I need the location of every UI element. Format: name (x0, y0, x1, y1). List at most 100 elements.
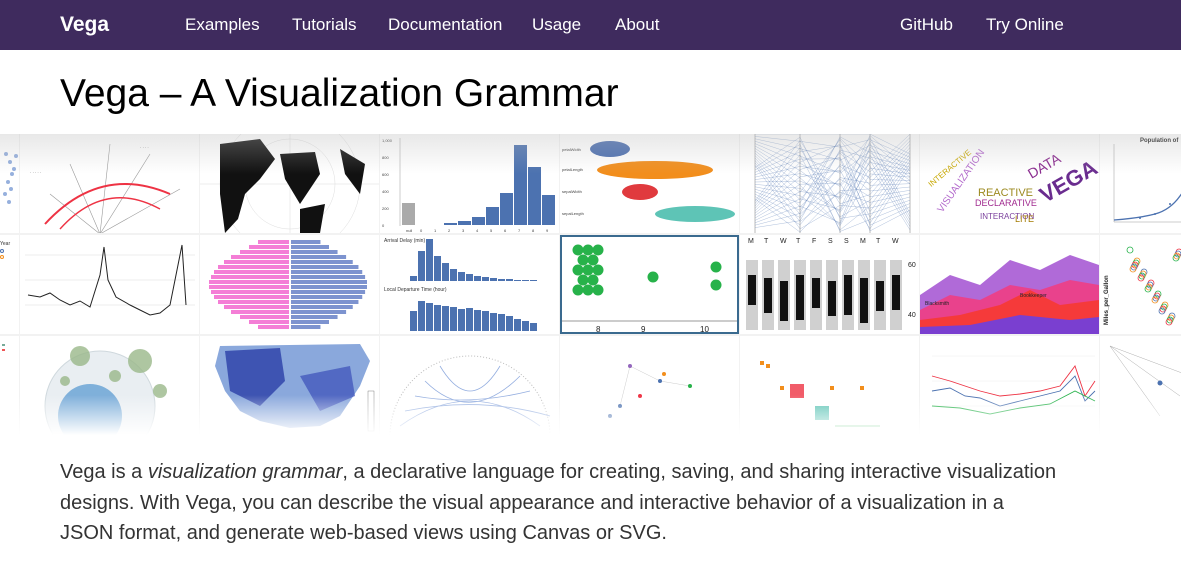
crossfilter-bar (474, 310, 481, 331)
pyramid-bar-right (291, 260, 353, 264)
nav-examples[interactable]: Examples (185, 0, 260, 50)
thumb-population-pyramid[interactable] (200, 235, 379, 334)
violin-label: sepalLength (562, 211, 584, 216)
weekday-label: F (812, 238, 816, 245)
thumb-matrix[interactable] (740, 336, 919, 435)
histogram-bar (444, 223, 457, 225)
pyramid-bar-right (291, 295, 363, 299)
pyramid-bar-right (291, 280, 367, 284)
thumb-us-choropleth[interactable] (200, 336, 379, 435)
dot-tick: 9 (641, 325, 646, 334)
crossfilter-bar (442, 306, 449, 331)
nav-try-online[interactable]: Try Online (986, 0, 1064, 50)
dot (572, 244, 584, 256)
weekday-label: S (828, 238, 833, 245)
dot (647, 271, 659, 283)
pyramid-bar-left (209, 280, 289, 284)
histogram-bar (486, 207, 499, 225)
thumb-population-line[interactable]: Population of (1100, 134, 1181, 233)
pyramid-bar-right (291, 320, 329, 324)
parallel-line (754, 156, 911, 218)
thumb-world-map[interactable] (200, 134, 379, 233)
pyramid-bar-left (211, 275, 289, 279)
brand-link[interactable]: Vega (60, 0, 109, 50)
pyramid-bar-right (291, 325, 321, 329)
pyramid-bar-right (291, 285, 367, 289)
nav-tutorials[interactable]: Tutorials (292, 0, 357, 50)
pyramid-bar-right (291, 275, 366, 279)
thumb-legend-partial[interactable]: Year (0, 235, 19, 334)
histogram-bar (500, 193, 513, 225)
pyramid-bar-left (258, 240, 289, 244)
svg-text:· · · ·: · · · · (140, 145, 149, 150)
thumb-crossfilter[interactable]: Arrival Delay (min) Local Departure Time… (380, 235, 559, 334)
thumb-stream-graph[interactable]: Blacksmith Bookkeeper (920, 235, 1099, 334)
histogram-bar (528, 167, 541, 225)
crossfilter-bar (490, 278, 497, 281)
thumb-partial-right[interactable] (1100, 336, 1181, 435)
thumb-force-graph[interactable] (560, 336, 739, 435)
nav-about[interactable]: About (615, 0, 659, 50)
tick-label: 1,000 (382, 138, 393, 143)
crossfilter-bar (426, 239, 433, 281)
stream-label: Blacksmith (925, 301, 949, 307)
nav-documentation[interactable]: Documentation (388, 0, 502, 50)
thumb-histogram[interactable]: 1,000 800 600 400 200 0 null 0 1 2 3 4 5 6 7 8 9 (380, 134, 559, 233)
thumb-violin[interactable]: petalWidth petalLength sepalWidth sepalL… (560, 134, 739, 233)
crossfilter-bar (466, 274, 473, 281)
tick-label: 4 (476, 228, 479, 233)
tick-label: 8 (532, 228, 535, 233)
dot (587, 254, 599, 266)
crossfilter-bar (530, 280, 537, 281)
thumb-edge-bundling[interactable] (380, 336, 559, 435)
pyramid-bar-right (291, 270, 363, 274)
weekday-label: M (748, 238, 754, 245)
dot (592, 264, 604, 276)
thumb-word-cloud[interactable]: VEGA DATA REACTIVE DECLARATIVE VISUALIZA… (920, 134, 1099, 233)
pyramid-bar-left (231, 310, 289, 314)
nav-github[interactable]: GitHub (900, 0, 953, 50)
thumb-partial-3[interactable] (0, 336, 19, 435)
pyramid-bar-right (291, 265, 359, 269)
pyramid-bar-left (224, 305, 289, 309)
thumb-dot-plot[interactable]: 8 9 10 (560, 235, 739, 334)
thumb-parallel-coords[interactable] (740, 134, 919, 233)
dot (582, 264, 594, 276)
nav-usage[interactable]: Usage (532, 0, 581, 50)
crossfilter-bar (418, 301, 425, 331)
thumb-line-chart[interactable] (20, 235, 199, 334)
crossfilter-bar (482, 311, 489, 331)
value-box (860, 278, 868, 323)
pyramid-bar-right (291, 240, 321, 244)
thumb-weekday-boxes[interactable]: M T W T F S S M T W 60 40 (740, 235, 919, 334)
value-box (796, 275, 804, 320)
thumb-scatter-partial[interactable] (0, 134, 19, 233)
year-label: Year (0, 241, 10, 247)
tick-label: 400 (382, 189, 389, 194)
pyramid-bar-right (291, 300, 359, 304)
violin-label: petalWidth (562, 147, 581, 152)
crossfilter-bar (434, 305, 441, 331)
histogram-chart: 1,000 800 600 400 200 0 null 0 1 2 3 4 5 6 7 8 9 (382, 138, 555, 233)
thumb-scatter-mpg[interactable]: Miles_per_Gallon (1100, 235, 1181, 334)
crossfilter-bar (458, 309, 465, 331)
crossfilter-bar (498, 314, 505, 331)
weekday-label: S (844, 238, 849, 245)
pyramid-bar-right (291, 305, 353, 309)
pyramid-bar-left (231, 255, 289, 259)
crossfilter-bar (498, 279, 505, 281)
parallel-line (754, 140, 911, 221)
pyramid-bar-right (291, 250, 338, 254)
value-box (892, 275, 900, 310)
word: LITE (1015, 214, 1034, 224)
histogram-bar (542, 195, 555, 225)
thumb-radial-tree[interactable]: · · · · · · · · · (20, 134, 199, 233)
pyramid-bar-right (291, 255, 347, 259)
tick-label: 200 (382, 206, 389, 211)
tick-label: null (406, 228, 412, 233)
thumb-multi-line[interactable] (920, 336, 1099, 435)
thumb-bubble-globe[interactable] (20, 336, 199, 435)
histogram-bar (402, 203, 415, 225)
stream-label: Bookkeeper (1020, 293, 1047, 299)
crossfilter-bar (418, 251, 425, 281)
